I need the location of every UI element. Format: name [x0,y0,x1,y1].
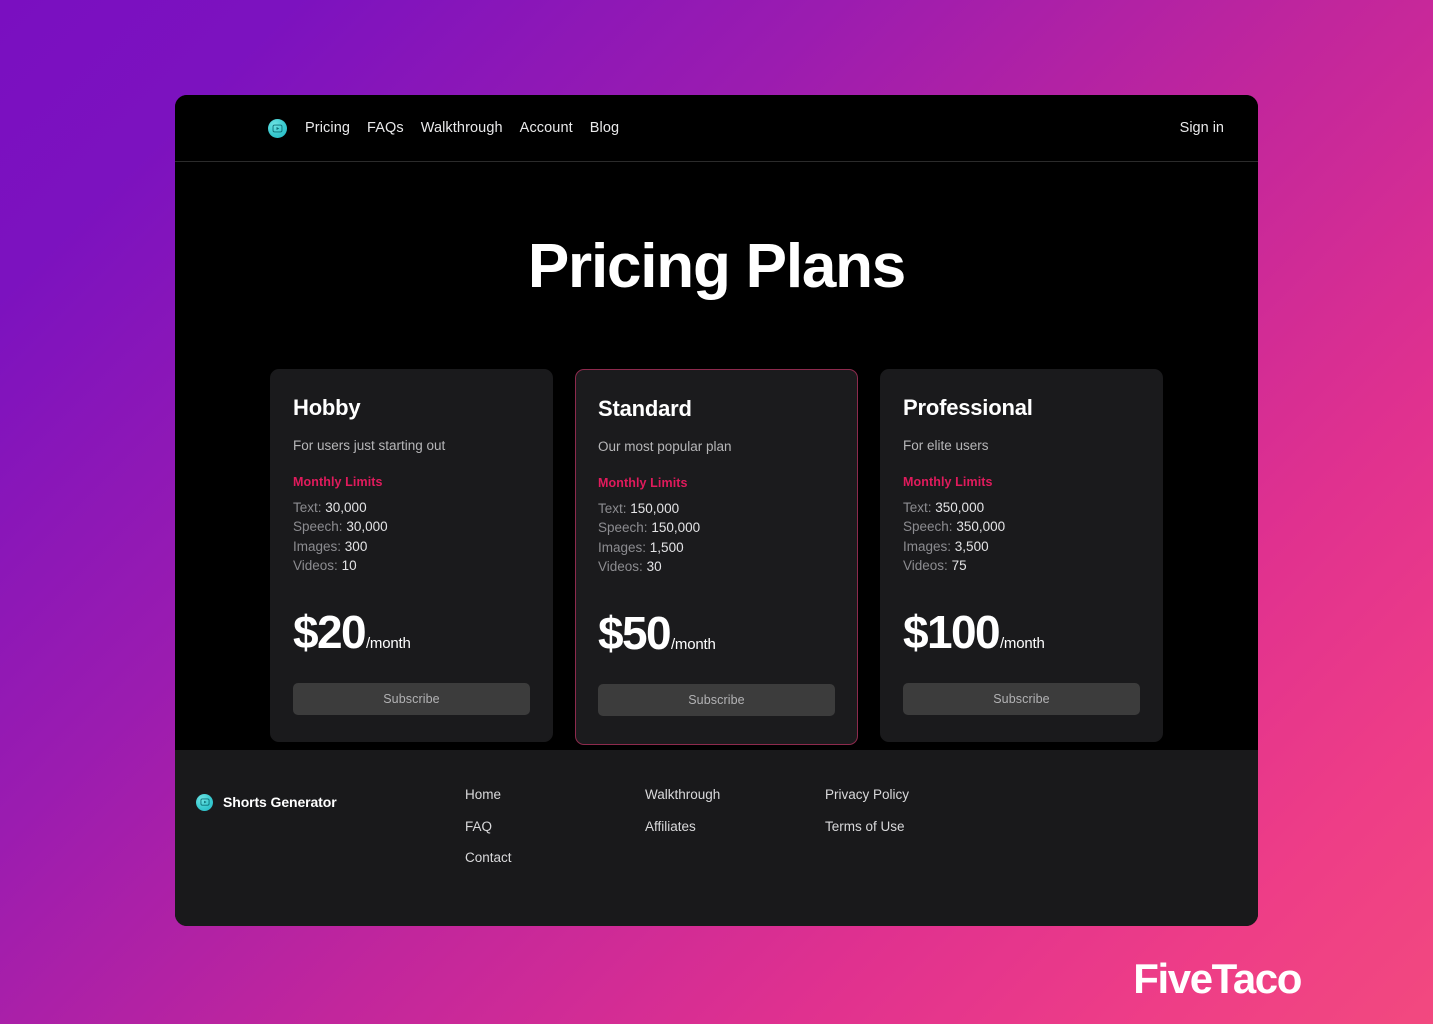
footer-column-legal: Privacy Policy Terms of Use [825,780,1025,926]
main-content: Pricing Plans Hobby For users just start… [175,162,1258,750]
limit-row-speech: Speech: 30,000 [293,517,530,537]
nav-link-account[interactable]: Account [520,121,573,136]
footer-column-site: Home FAQ Contact [465,780,645,926]
footer-brand[interactable]: Shorts Generator [175,787,465,817]
video-play-circle-icon[interactable] [268,118,287,138]
limit-label: Images: [293,538,342,554]
limits-list: Text: 30,000 Speech: 30,000 Images: 300 … [293,498,530,576]
price-period: /month [365,634,411,652]
limit-row-videos: Videos: 30 [598,557,835,577]
main-nav: Pricing FAQs Walkthrough Account Blog [305,121,619,136]
limit-value: 10 [341,558,357,574]
monthly-limits-heading: Monthly Limits [598,475,688,490]
limit-value: 350,000 [935,499,985,515]
price-block: $50 /month [598,610,835,656]
footer-column-resources: Walkthrough Affiliates [645,780,825,926]
footer-link-contact[interactable]: Contact [465,851,645,865]
limit-value: 300 [344,538,368,554]
price-period: /month [670,635,716,653]
limit-value: 350,000 [956,519,1006,535]
limit-row-videos: Videos: 10 [293,556,530,576]
nav-link-walkthrough[interactable]: Walkthrough [421,121,503,136]
footer-link-home[interactable]: Home [465,788,645,802]
limit-value: 3,500 [954,538,989,554]
limit-label: Text: [903,499,932,515]
nav-link-faqs[interactable]: FAQs [367,121,404,136]
price-period: /month [999,634,1045,652]
limit-label: Images: [903,538,952,554]
limits-list: Text: 350,000 Speech: 350,000 Images: 3,… [903,498,1140,576]
video-play-circle-icon [196,793,213,811]
footer-link-privacy-policy[interactable]: Privacy Policy [825,788,1025,802]
plan-tagline: Our most popular plan [598,439,732,455]
limit-value: 30 [646,559,662,575]
plan-card-standard[interactable]: Standard Our most popular plan Monthly L… [575,369,858,745]
limit-label: Text: [293,499,322,515]
subscribe-button[interactable]: Subscribe [293,682,530,715]
limit-label: Videos: [903,558,948,574]
nav-link-pricing[interactable]: Pricing [305,121,350,136]
limit-value: 150,000 [651,520,701,536]
price-block: $20 /month [293,609,530,655]
limit-value: 30,000 [346,519,388,535]
limit-label: Speech: [903,519,953,535]
footer-link-affiliates[interactable]: Affiliates [645,819,825,834]
limit-row-images: Images: 300 [293,537,530,557]
plan-name: Standard [598,396,692,422]
pricing-plans-row: Hobby For users just starting out Monthl… [175,369,1258,745]
limit-label: Videos: [598,559,643,575]
plan-name: Professional [903,395,1033,421]
plan-tagline: For elite users [903,438,989,454]
plan-card-hobby[interactable]: Hobby For users just starting out Monthl… [270,369,553,742]
price-amount: $50 [598,606,672,659]
limit-row-images: Images: 3,500 [903,537,1140,557]
limit-value: 30,000 [325,499,367,515]
limit-row-speech: Speech: 350,000 [903,517,1140,537]
limit-row-speech: Speech: 150,000 [598,518,835,538]
limit-label: Videos: [293,558,338,574]
site-footer: Shorts Generator Home FAQ Contact Walkth… [175,750,1258,926]
limit-row-images: Images: 1,500 [598,538,835,558]
limit-label: Speech: [293,519,343,535]
plan-card-professional[interactable]: Professional For elite users Monthly Lim… [880,369,1163,742]
limit-label: Speech: [598,520,648,536]
limit-label: Images: [598,539,647,555]
sign-in-link[interactable]: Sign in [1180,121,1224,136]
footer-link-terms-of-use[interactable]: Terms of Use [825,819,1025,834]
limit-value: 150,000 [630,500,680,516]
footer-link-faq[interactable]: FAQ [465,819,645,834]
limits-list: Text: 150,000 Speech: 150,000 Images: 1,… [598,499,835,577]
limit-value: 1,500 [649,539,684,555]
site-header: Pricing FAQs Walkthrough Account Blog Si… [175,95,1258,162]
price-block: $100 /month [903,609,1140,655]
plan-name: Hobby [293,395,361,421]
limit-row-text: Text: 150,000 [598,499,835,519]
limit-row-text: Text: 30,000 [293,498,530,518]
footer-brand-name: Shorts Generator [223,794,337,810]
limit-row-text: Text: 350,000 [903,498,1140,518]
app-window: Pricing FAQs Walkthrough Account Blog Si… [175,95,1258,926]
subscribe-button[interactable]: Subscribe [903,682,1140,715]
limit-value: 75 [951,558,967,574]
limit-row-videos: Videos: 75 [903,556,1140,576]
price-amount: $100 [903,605,1001,658]
limit-label: Text: [598,500,627,516]
monthly-limits-heading: Monthly Limits [903,474,993,489]
monthly-limits-heading: Monthly Limits [293,474,383,489]
plan-tagline: For users just starting out [293,438,446,454]
subscribe-button[interactable]: Subscribe [598,683,835,716]
price-amount: $20 [293,605,367,658]
nav-link-blog[interactable]: Blog [590,121,619,136]
footer-link-walkthrough[interactable]: Walkthrough [645,788,825,802]
page-title: Pricing Plans [527,232,906,301]
fivetaco-watermark: FiveTaco [1133,955,1302,1002]
